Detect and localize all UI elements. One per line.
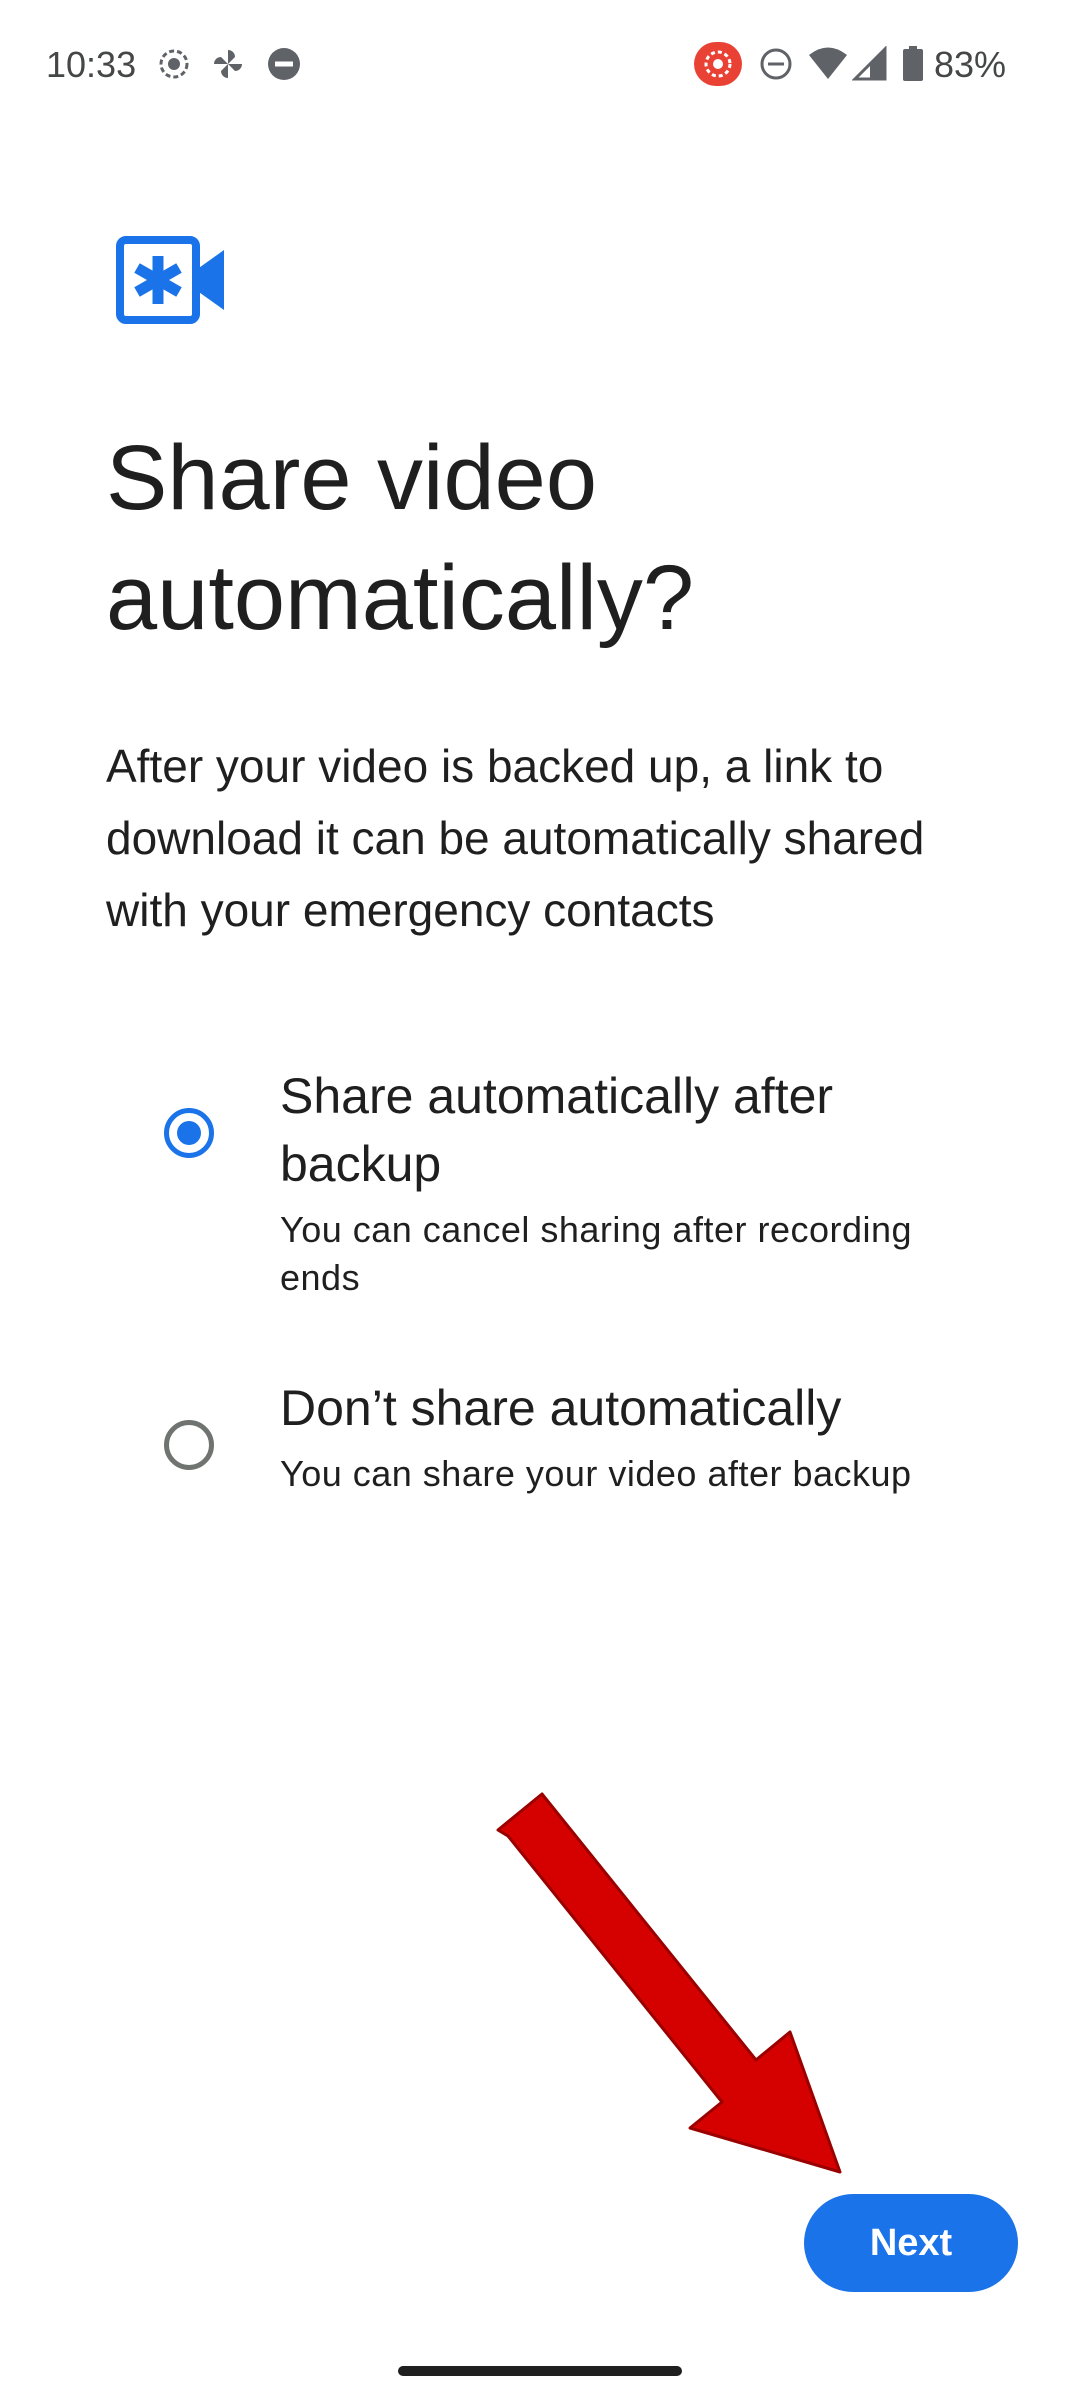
status-time: 10:33 xyxy=(46,44,137,85)
battery-icon xyxy=(903,46,923,81)
recording-indicator-icon xyxy=(694,42,742,86)
wifi-icon xyxy=(809,47,847,79)
option-text: Don’t share automatically You can share … xyxy=(280,1374,1000,1498)
page-title: Share video automatically? xyxy=(106,427,695,649)
status-bar: 10:33 83% xyxy=(0,0,1080,130)
cell-signal-icon xyxy=(852,46,887,81)
do-not-disturb-icon xyxy=(760,48,792,80)
page-description: After your video is backed up, a link to… xyxy=(106,740,925,936)
next-button[interactable]: Next xyxy=(804,2194,1018,2292)
screen-record-icon xyxy=(159,49,189,79)
option-subtitle: You can share your video after backup xyxy=(280,1453,912,1494)
emergency-video-icon xyxy=(116,236,224,324)
gesture-nav-bar[interactable] xyxy=(398,2366,682,2376)
do-not-disturb-icon xyxy=(268,48,300,80)
radio-button-selected[interactable] xyxy=(164,1108,214,1158)
pinwheel-icon xyxy=(214,50,242,78)
option-title: Don’t share automatically xyxy=(280,1380,842,1436)
option-subtitle: You can cancel sharing after recording e… xyxy=(280,1209,913,1298)
screen: 10:33 83% Share video automatically? Aft… xyxy=(0,0,1080,2400)
battery-percent: 83% xyxy=(934,44,1007,85)
option-title: Share automatically after backup xyxy=(280,1068,834,1192)
radio-button-unselected[interactable] xyxy=(164,1420,214,1470)
option-text: Share automatically after backup You can… xyxy=(280,1062,1000,1302)
